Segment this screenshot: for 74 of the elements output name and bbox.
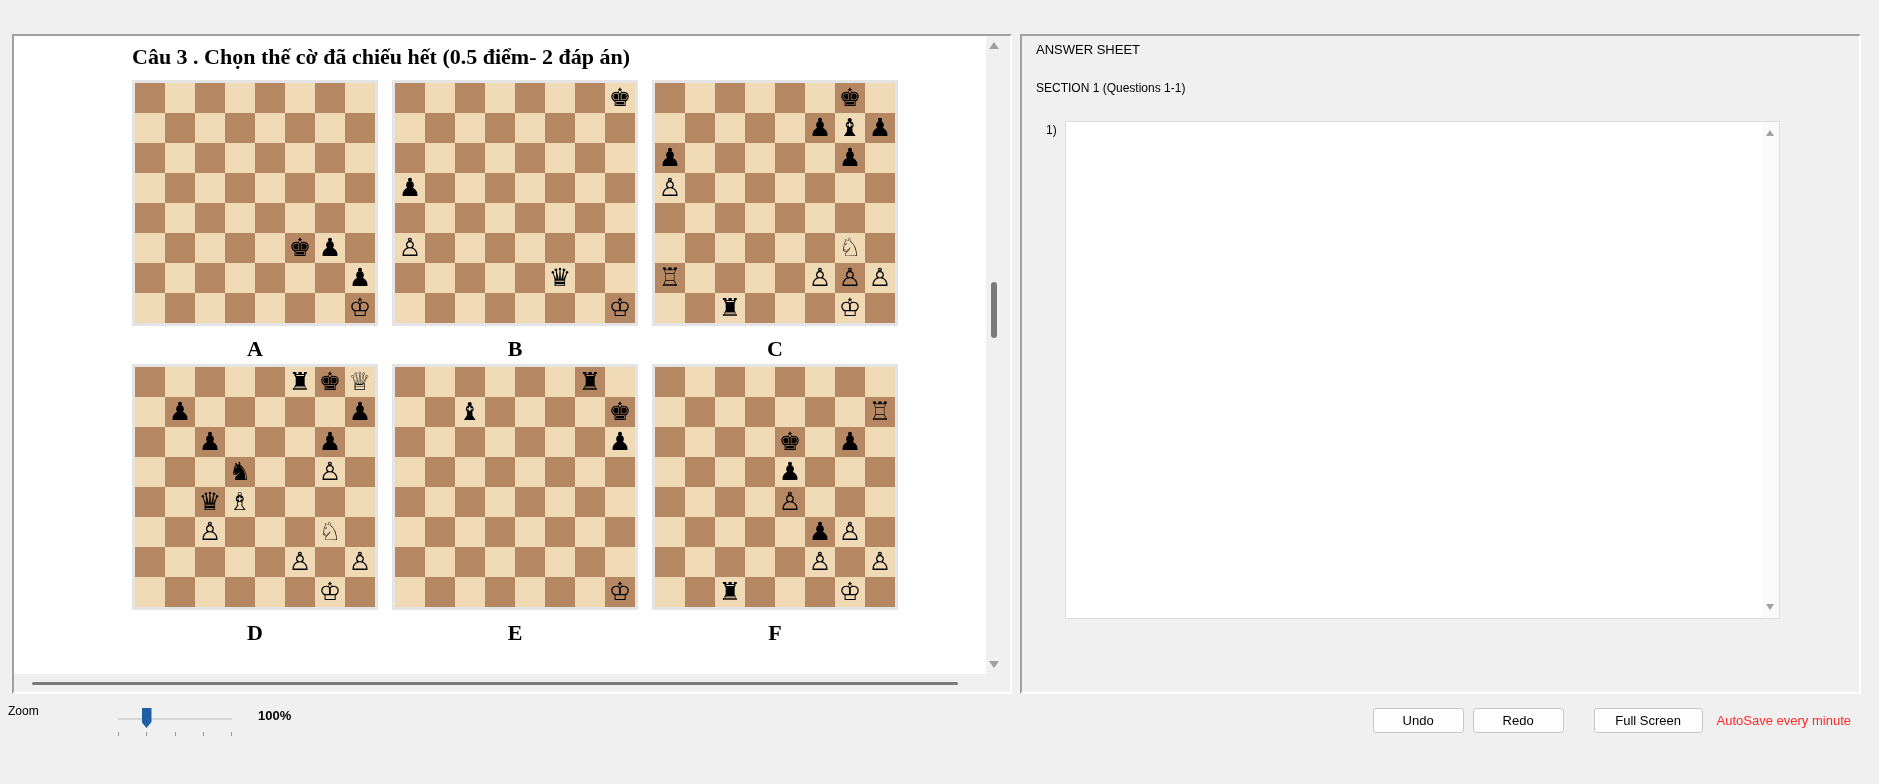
chess-piece: ♟ (657, 143, 683, 173)
zoom-slider[interactable] (118, 708, 232, 738)
chess-piece: ♙ (287, 547, 313, 577)
chess-piece: ♟ (777, 457, 803, 487)
chess-piece: ♘ (837, 233, 863, 263)
chess-piece: ♟ (607, 427, 633, 457)
chess-piece: ♟ (317, 233, 343, 263)
chess-piece: ♖ (657, 263, 683, 293)
chess-piece: ♔ (317, 577, 343, 607)
chess-piece: ♙ (777, 487, 803, 517)
chess-piece: ♙ (807, 263, 833, 293)
option-label: D (247, 620, 263, 646)
chess-piece: ♝ (837, 113, 863, 143)
chess-piece: ♔ (607, 293, 633, 323)
chess-piece: ♔ (607, 577, 633, 607)
answer-sheet-heading: ANSWER SHEET (1036, 42, 1141, 57)
chess-piece: ♙ (657, 173, 683, 203)
chess-piece: ♙ (867, 547, 893, 577)
chess-piece: ♙ (837, 263, 863, 293)
toolbar-button[interactable]: Redo (1472, 708, 1564, 733)
chess-piece: ♔ (837, 577, 863, 607)
chess-piece: ♟ (837, 143, 863, 173)
chess-piece: ♜ (577, 367, 603, 397)
chess-piece: ♙ (807, 547, 833, 577)
chess-piece: ♕ (347, 367, 373, 397)
chess-piece: ♖ (867, 397, 893, 427)
horizontal-scrollbar-thumb[interactable] (32, 681, 958, 685)
chess-piece: ♟ (167, 397, 193, 427)
chess-piece: ♟ (837, 427, 863, 457)
chess-piece: ♟ (397, 173, 423, 203)
chess-piece: ♙ (837, 517, 863, 547)
chess-piece: ♟ (347, 263, 373, 293)
zoom-label: Zoom (8, 704, 40, 718)
chess-piece: ♜ (717, 293, 743, 323)
chess-piece: ♙ (197, 517, 223, 547)
chess-piece: ♜ (717, 577, 743, 607)
chess-piece: ♚ (837, 83, 863, 113)
chess-piece: ♘ (317, 517, 343, 547)
chess-piece: ♚ (287, 233, 313, 263)
chess-piece: ♗ (227, 487, 253, 517)
toolbar-button[interactable]: Undo (1372, 708, 1464, 733)
chess-piece: ♟ (317, 427, 343, 457)
section-heading: SECTION 1 (Questions 1-1) (1036, 81, 1187, 95)
autosave-notice: AutoSave every minute (1716, 713, 1851, 728)
option-label: F (768, 620, 782, 646)
chess-piece: ♟ (807, 517, 833, 547)
chess-piece: ♟ (197, 427, 223, 457)
chess-piece: ♙ (347, 547, 373, 577)
chess-piece: ♚ (607, 397, 633, 427)
option-label: A (247, 336, 263, 362)
chess-piece: ♜ (287, 367, 313, 397)
option-label: E (507, 620, 523, 646)
chess-piece: ♟ (807, 113, 833, 143)
chess-piece: ♞ (227, 457, 253, 487)
chess-piece: ♛ (547, 263, 573, 293)
question-number: 1) (1046, 122, 1057, 139)
zoom-value: 100% (258, 708, 292, 723)
chess-piece: ♔ (347, 293, 373, 323)
question-title: Câu 3 . Chọn thế cờ đã chiếu hết (0.5 điểm- 2 đáp án) (132, 44, 631, 70)
chess-piece: ♙ (397, 233, 423, 263)
chess-piece: ♟ (867, 113, 893, 143)
option-label: C (767, 336, 783, 362)
chess-piece: ♙ (867, 263, 893, 293)
chess-piece: ♚ (607, 83, 633, 113)
chess-piece: ♚ (317, 367, 343, 397)
chess-piece: ♚ (777, 427, 803, 457)
chess-piece: ♔ (837, 293, 863, 323)
slider-thumb[interactable] (141, 708, 152, 728)
chess-piece: ♙ (317, 457, 343, 487)
chess-piece: ♛ (197, 487, 223, 517)
toolbar-button[interactable]: Full Screen (1593, 708, 1703, 733)
option-label: B (507, 336, 523, 362)
chess-piece: ♝ (457, 397, 483, 427)
chess-piece: ♟ (347, 397, 373, 427)
